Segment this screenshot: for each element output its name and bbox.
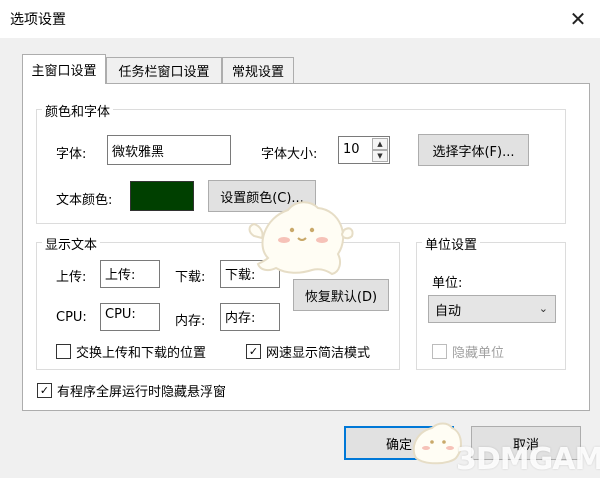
stepper-down-button[interactable]: ▼ bbox=[372, 150, 388, 162]
group-title: 颜色和字体 bbox=[42, 101, 114, 120]
unit-select[interactable]: 自动 ⌄ bbox=[428, 295, 556, 323]
font-size-stepper[interactable]: 10 ▲ ▼ bbox=[338, 136, 390, 164]
font-size-label: 字体大小: bbox=[261, 147, 318, 162]
cpu-text-field[interactable]: CPU: bbox=[100, 303, 160, 331]
group-title: 单位设置 bbox=[422, 234, 481, 253]
watermark-text: 3DMGAME bbox=[456, 442, 600, 477]
chevron-down-icon: ⌄ bbox=[538, 302, 548, 315]
text-color-label: 文本颜色: bbox=[56, 193, 113, 208]
arrow-up-icon: ▲ bbox=[377, 140, 383, 148]
download-label: 下载: bbox=[175, 270, 206, 285]
window-title: 选项设置 bbox=[10, 12, 66, 28]
unit-label: 单位: bbox=[432, 276, 463, 291]
button-label: 选择字体(F)... bbox=[432, 144, 515, 160]
tab-main-window[interactable]: 主窗口设置 bbox=[22, 54, 106, 84]
mascot-watermark-icon bbox=[248, 201, 354, 276]
memory-label: 内存: bbox=[175, 314, 206, 329]
check-icon: ✓ bbox=[39, 384, 50, 397]
checkbox-label: 隐藏单位 bbox=[452, 346, 505, 361]
restore-default-button[interactable]: 恢复默认(D) bbox=[293, 279, 389, 311]
tab-taskbar-window[interactable]: 任务栏窗口设置 bbox=[106, 57, 222, 83]
stepper-up-button[interactable]: ▲ bbox=[372, 138, 388, 150]
checkbox-label: 有程序全屏运行时隐藏悬浮窗 bbox=[57, 385, 227, 400]
arrow-down-icon: ▼ bbox=[377, 152, 383, 160]
hide-on-fullscreen-checkbox[interactable]: ✓ 有程序全屏运行时隐藏悬浮窗 bbox=[37, 381, 226, 400]
memory-text-field[interactable]: 内存: bbox=[220, 303, 280, 331]
tab-general[interactable]: 常规设置 bbox=[222, 57, 294, 83]
checkbox-label: 网速显示简洁模式 bbox=[266, 346, 371, 361]
checkbox-box[interactable]: ✓ bbox=[37, 383, 52, 398]
tab-label: 主窗口设置 bbox=[31, 64, 97, 79]
button-label: 恢复默认(D) bbox=[304, 289, 378, 305]
checkbox-box[interactable] bbox=[432, 344, 447, 359]
check-icon: ✓ bbox=[248, 345, 259, 358]
swap-upload-download-checkbox[interactable]: 交换上传和下载的位置 bbox=[56, 342, 206, 361]
upload-label: 上传: bbox=[56, 270, 87, 285]
unit-select-value: 自动 bbox=[435, 303, 462, 319]
group-title: 显示文本 bbox=[42, 234, 101, 253]
text-color-swatch[interactable] bbox=[130, 181, 194, 211]
cpu-label: CPU: bbox=[56, 310, 87, 325]
close-icon: ✕ bbox=[569, 7, 587, 31]
checkbox-box[interactable]: ✓ bbox=[246, 344, 261, 359]
title-bar bbox=[0, 0, 600, 38]
font-label: 字体: bbox=[56, 147, 87, 162]
checkbox-label: 交换上传和下载的位置 bbox=[76, 346, 207, 361]
hide-unit-checkbox[interactable]: 隐藏单位 bbox=[432, 342, 504, 361]
upload-text-field[interactable]: 上传: bbox=[100, 260, 160, 288]
tab-label: 任务栏窗口设置 bbox=[118, 65, 210, 80]
tab-label: 常规设置 bbox=[231, 65, 284, 80]
font-name-field[interactable]: 微软雅黑 bbox=[107, 135, 231, 165]
close-button[interactable]: ✕ bbox=[562, 4, 594, 34]
checkbox-box[interactable] bbox=[56, 344, 71, 359]
simple-speed-mode-checkbox[interactable]: ✓ 网速显示简洁模式 bbox=[246, 342, 370, 361]
font-size-value: 10 bbox=[343, 142, 360, 157]
choose-font-button[interactable]: 选择字体(F)... bbox=[418, 134, 529, 166]
